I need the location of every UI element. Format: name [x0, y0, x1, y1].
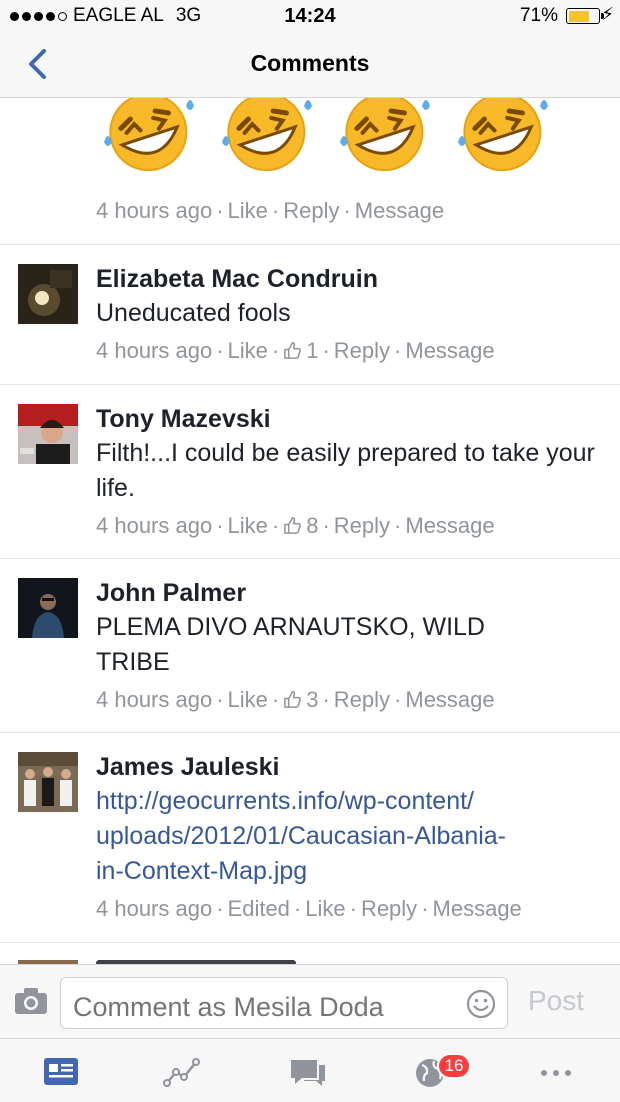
like-count[interactable]: 3: [306, 687, 318, 712]
divider: [0, 732, 620, 733]
commenter-name[interactable]: John Palmer: [96, 576, 610, 610]
rolling-on-floor-laughing-icon: [216, 98, 318, 176]
comment-input[interactable]: [60, 977, 508, 1029]
thumbs-up-icon: [284, 517, 302, 534]
comment-meta: 4 hours ago · Like · 8 · Reply · Message: [96, 513, 495, 538]
comment-text: PLEMA DIVO ARNAUTSKO, WILD TRIBE: [96, 613, 485, 676]
tab-activity[interactable]: [162, 1055, 202, 1089]
battery-percent: 71%: [519, 5, 558, 26]
comment-meta: 4 hours ago · Like · 3 · Reply · Message: [96, 687, 495, 712]
divider: [0, 558, 620, 559]
comment-body: John Palmer PLEMA DIVO ARNAUTSKO, WILD T…: [96, 576, 610, 716]
avatar[interactable]: [18, 404, 78, 464]
comment-text: Filth!...I could be easily prepared to t…: [96, 439, 595, 502]
comment-time: 4 hours ago: [96, 338, 213, 363]
like-button[interactable]: Like: [228, 513, 268, 538]
like-button[interactable]: Like: [228, 338, 268, 363]
news-feed-icon: [44, 1058, 78, 1085]
comment-link[interactable]: http://geocurrents.info/wp-content/ uplo…: [96, 784, 610, 889]
battery-icon: [566, 8, 604, 24]
nav-bar: Comments: [0, 30, 620, 98]
reply-button[interactable]: Reply: [283, 198, 339, 223]
comment-meta: 4 hours ago · Like · Reply · Message: [96, 198, 445, 223]
status-bar: EAGLE AL 3G 14:24 71% ⚡: [0, 0, 620, 30]
divider: [0, 942, 620, 943]
comment-link-line[interactable]: http://geocurrents.info/wp-content/: [96, 784, 610, 819]
like-button[interactable]: Like: [228, 687, 268, 712]
message-button[interactable]: Message: [405, 687, 494, 712]
comment-body: Tony Mazevski Filth!...I could be easily…: [96, 402, 610, 542]
comment-link-line[interactable]: uploads/2012/01/Caucasian-Albania-: [96, 819, 610, 854]
like-button[interactable]: Like: [228, 198, 268, 223]
comment-time: 4 hours ago: [96, 198, 213, 223]
comment-text: Uneducated fools: [96, 299, 291, 327]
commenter-name[interactable]: Tony Mazevski: [96, 402, 610, 436]
rolling-on-floor-laughing-icon: [452, 98, 554, 176]
rolling-on-floor-laughing-icon: [334, 98, 436, 176]
reply-button[interactable]: Reply: [334, 513, 390, 538]
tab-more[interactable]: [536, 1055, 576, 1089]
like-button[interactable]: Like: [305, 896, 345, 921]
comments-list[interactable]: 4 hours ago · Like · Reply · Message Elizabeta…: [0, 98, 620, 964]
comment-meta: 4 hours ago · Edited · Like · Reply · Message: [96, 896, 522, 921]
avatar[interactable]: [18, 578, 78, 638]
avatar[interactable]: [18, 752, 78, 812]
camera-icon: [15, 988, 47, 1014]
smiley-icon: [466, 989, 496, 1019]
message-button[interactable]: Message: [433, 896, 522, 921]
comment-time: 4 hours ago: [96, 513, 213, 538]
activity-icon: [163, 1058, 200, 1087]
post-button[interactable]: Post: [528, 985, 584, 1017]
message-button[interactable]: Message: [405, 338, 494, 363]
like-count[interactable]: 8: [306, 513, 318, 538]
emoji-reaction-row: [98, 98, 554, 176]
comment-time: 4 hours ago: [96, 896, 213, 921]
rolling-on-floor-laughing-icon: [98, 98, 200, 176]
message-button[interactable]: Message: [355, 198, 444, 223]
like-count[interactable]: 1: [306, 338, 318, 363]
reply-button[interactable]: Reply: [334, 338, 390, 363]
notification-badge: 16: [437, 1053, 471, 1079]
tab-news-feed[interactable]: [42, 1055, 82, 1089]
smiley-button[interactable]: [466, 989, 496, 1019]
comment-body: Elizabeta Mac Condruin Uneducated fools …: [96, 262, 610, 367]
message-button[interactable]: Message: [405, 513, 494, 538]
tab-messages[interactable]: [288, 1055, 328, 1089]
thumbs-up-icon: [284, 342, 302, 359]
reply-button[interactable]: Reply: [361, 896, 417, 921]
commenter-name[interactable]: Elizabeta Mac Condruin: [96, 262, 610, 296]
commenter-name[interactable]: James Jauleski: [96, 750, 610, 784]
divider: [0, 384, 620, 385]
more-icon: [541, 1070, 571, 1076]
page-title: Comments: [250, 50, 370, 76]
comment-link-line[interactable]: in-Context-Map.jpg: [96, 854, 610, 889]
messages-icon: [291, 1060, 325, 1086]
camera-button[interactable]: [14, 987, 48, 1015]
edited-label[interactable]: Edited: [228, 896, 290, 921]
thumbs-up-icon: [284, 691, 302, 708]
reply-button[interactable]: Reply: [334, 687, 390, 712]
tab-bar: 16: [0, 1038, 620, 1102]
comment-time: 4 hours ago: [96, 687, 213, 712]
divider: [0, 244, 620, 245]
comment-composer: Post: [0, 964, 620, 1038]
avatar[interactable]: [18, 264, 78, 324]
comment-body: James Jauleski http://geocurrents.info/w…: [96, 750, 610, 925]
comment-meta: 4 hours ago · Like · 1 · Reply · Message: [96, 338, 495, 363]
charging-icon: ⚡: [601, 4, 614, 24]
